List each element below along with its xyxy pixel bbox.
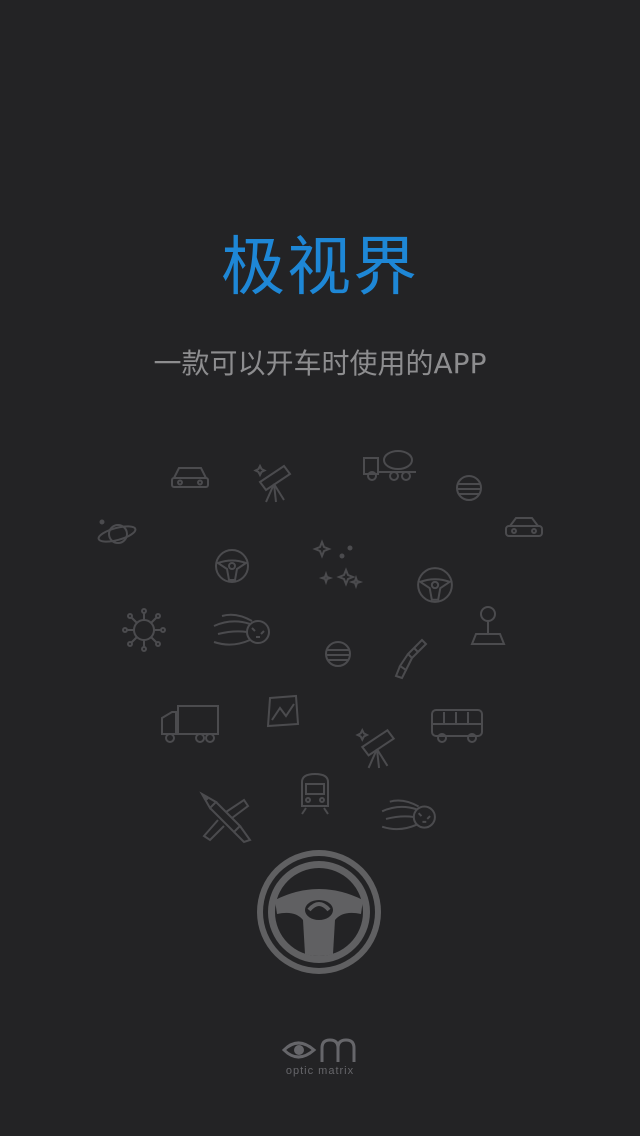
subway-icon (298, 772, 332, 816)
stars-icon (312, 540, 362, 590)
brand-name: optic matrix (285, 1065, 355, 1077)
brand-logo: optic matrix (270, 1034, 370, 1080)
car-icon (504, 512, 544, 542)
comet-icon (380, 794, 438, 842)
steering-wheel-icon (416, 566, 454, 604)
comet-icon (212, 608, 272, 658)
planet-icon (455, 474, 483, 502)
splash-screen: 极视界 一款可以开车时使用的APP optic matrix (0, 0, 640, 1136)
cement-mixer-icon (362, 446, 418, 482)
steering-wheel-icon (214, 548, 250, 584)
bus-icon (430, 706, 484, 746)
planet-icon (324, 640, 352, 668)
telescope-icon (356, 722, 400, 772)
map-icon (266, 694, 300, 728)
virus-icon (122, 608, 166, 652)
app-tagline: 一款可以开车时使用的APP (153, 347, 487, 380)
steering-wheel-icon (257, 850, 381, 974)
telescope-icon (254, 460, 296, 504)
saturn-icon (96, 516, 138, 550)
spaceship-icon (392, 638, 426, 680)
airplane-icon (196, 788, 254, 844)
om-eye-logo-icon (282, 1038, 356, 1062)
map-pin-icon (470, 604, 506, 646)
car-icon (170, 460, 210, 492)
truck-icon (160, 704, 220, 744)
app-title: 极视界 (221, 231, 419, 305)
